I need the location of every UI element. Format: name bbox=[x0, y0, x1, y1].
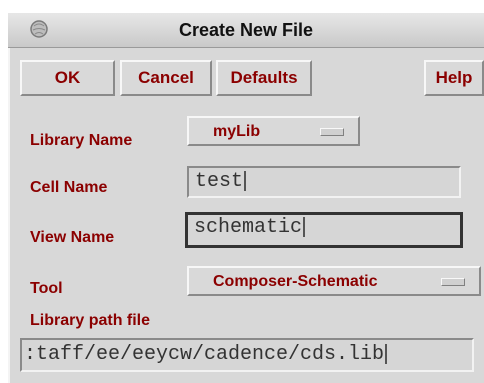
tool-value: Composer-Schematic bbox=[213, 273, 378, 290]
view-name-label: View Name bbox=[30, 229, 115, 246]
cycle-indicator-icon bbox=[320, 128, 344, 136]
library-name-cycle[interactable]: myLib bbox=[187, 116, 360, 146]
title-bar: Create New File bbox=[8, 13, 484, 48]
cell-name-value: test bbox=[195, 170, 244, 193]
window-title: Create New File bbox=[178, 20, 314, 40]
view-name-field[interactable]: schematic bbox=[185, 212, 463, 248]
form-panel: OK Cancel Defaults Help Library Name myL… bbox=[8, 48, 484, 383]
ok-button[interactable]: OK bbox=[20, 60, 115, 96]
text-cursor bbox=[244, 170, 247, 191]
text-cursor bbox=[385, 343, 388, 364]
help-button[interactable]: Help bbox=[424, 60, 484, 96]
view-name-value: schematic bbox=[194, 216, 303, 239]
cycle-indicator-icon bbox=[441, 278, 465, 286]
library-name-label: Library Name bbox=[30, 132, 133, 149]
tool-label: Tool bbox=[30, 280, 63, 297]
cell-name-field[interactable]: test bbox=[187, 166, 461, 198]
tool-cycle[interactable]: Composer-Schematic bbox=[187, 266, 481, 296]
library-path-field[interactable]: :taff/ee/eeycw/cadence/cds.lib bbox=[20, 338, 474, 372]
cancel-button[interactable]: Cancel bbox=[120, 60, 212, 96]
library-path-value: :taff/ee/eeycw/cadence/cds.lib bbox=[24, 343, 385, 366]
create-new-file-dialog: Create New File OK Cancel Defaults Help … bbox=[0, 0, 484, 383]
library-path-label: Library path file bbox=[30, 312, 151, 329]
defaults-button[interactable]: Defaults bbox=[216, 60, 312, 96]
text-cursor bbox=[303, 216, 306, 237]
library-name-value: myLib bbox=[213, 123, 261, 140]
cell-name-label: Cell Name bbox=[30, 179, 108, 196]
